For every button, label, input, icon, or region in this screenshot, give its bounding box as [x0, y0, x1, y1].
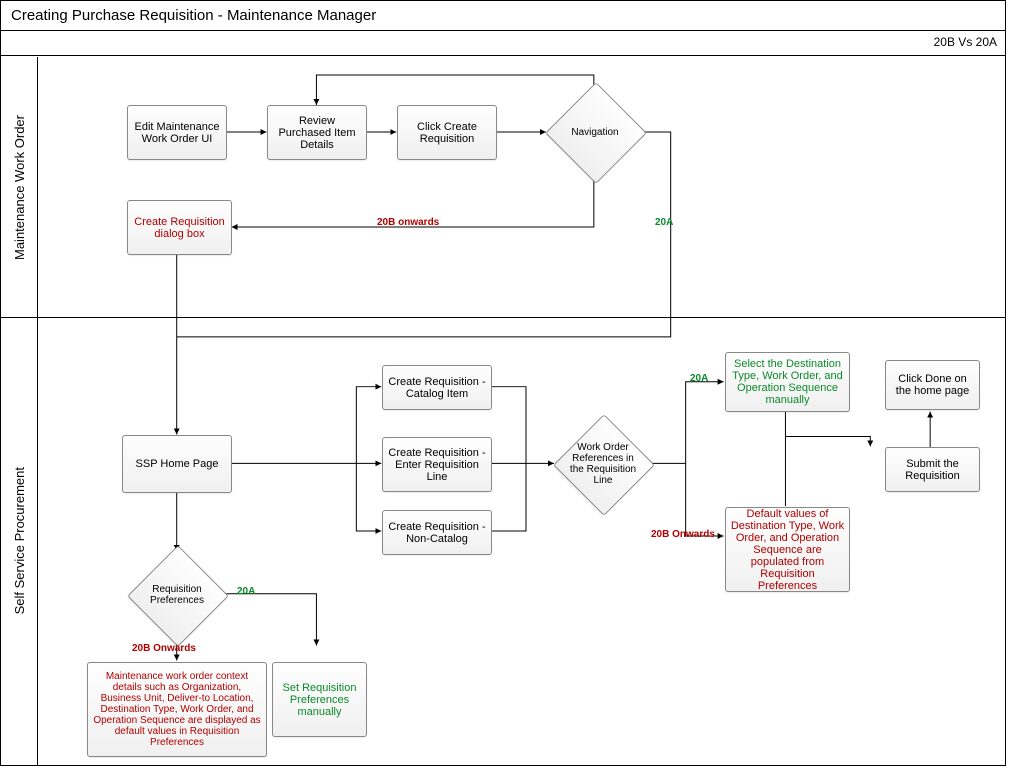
swimlanes: Maintenance Work Order	[1, 57, 1005, 765]
node-edit-maintenance-wo: Edit Maintenance Work Order UI	[127, 105, 227, 160]
node-create-requisition-non-catalog: Create Requisition - Non-Catalog	[382, 510, 492, 555]
decision-wo-references-label: Work Order References in the Requisition…	[553, 414, 653, 514]
version-bar: 20B Vs 20A	[1, 31, 1005, 56]
lane-label-ssp: Self Service Procurement	[1, 317, 38, 765]
node-create-requisition-enter-line: Create Requisition - Enter Requisition L…	[382, 437, 492, 492]
decision-navigation: Navigation	[545, 82, 645, 182]
decision-requisition-preferences-label: Requisition Preferences	[127, 545, 227, 645]
edge-label-20a-nav: 20A	[655, 217, 673, 228]
lane1-canvas: Edit Maintenance Work Order UI Review Pu…	[37, 57, 1005, 317]
lane-maintenance-work-order: Maintenance Work Order	[1, 57, 1005, 318]
node-click-create-requisition: Click Create Requisition	[397, 105, 497, 160]
node-submit-requisition: Submit the Requisition	[885, 447, 980, 492]
node-default-values-populated: Default values of Destination Type, Work…	[725, 507, 850, 592]
node-click-done-home: Click Done on the home page	[885, 360, 980, 410]
edge-label-20a-worefs: 20A	[690, 373, 708, 384]
node-select-destination-manually: Select the Destination Type, Work Order,…	[725, 352, 850, 412]
version-label: 20B Vs 20A	[934, 35, 997, 49]
decision-navigation-label: Navigation	[545, 82, 645, 182]
page-title: Creating Purchase Requisition - Maintena…	[1, 1, 1005, 31]
lane-label-mwo-text: Maintenance Work Order	[12, 115, 27, 260]
decision-requisition-preferences: Requisition Preferences	[127, 545, 227, 645]
node-create-requisition-catalog: Create Requisition - Catalog Item	[382, 365, 492, 410]
node-review-purchased-item: Review Purchased Item Details	[267, 105, 367, 160]
edge-label-20b-worefs: 20B Onwards	[651, 529, 715, 540]
lane2-canvas: SSP Home Page Create Requisition - Catal…	[37, 317, 1005, 765]
lane-self-service-procurement: Self Service Procurement	[1, 317, 1005, 765]
node-ssp-home-page: SSP Home Page	[122, 435, 232, 493]
node-set-requisition-preferences: Set Requisition Preferences manually	[272, 662, 367, 737]
edge-label-20b-onwards-nav: 20B onwards	[377, 217, 439, 228]
diagram-frame: Creating Purchase Requisition - Maintena…	[0, 0, 1006, 766]
lane-label-ssp-text: Self Service Procurement	[12, 467, 27, 614]
edge-label-20b-reqprefs: 20B Onwards	[132, 643, 196, 654]
lane-label-mwo: Maintenance Work Order	[1, 57, 38, 317]
edge-label-20a-reqprefs: 20A	[237, 586, 255, 597]
node-mwo-context-defaults: Maintenance work order context details s…	[87, 662, 267, 757]
node-create-requisition-dialog: Create Requisition dialog box	[127, 200, 232, 255]
decision-wo-references: Work Order References in the Requisition…	[553, 414, 653, 514]
